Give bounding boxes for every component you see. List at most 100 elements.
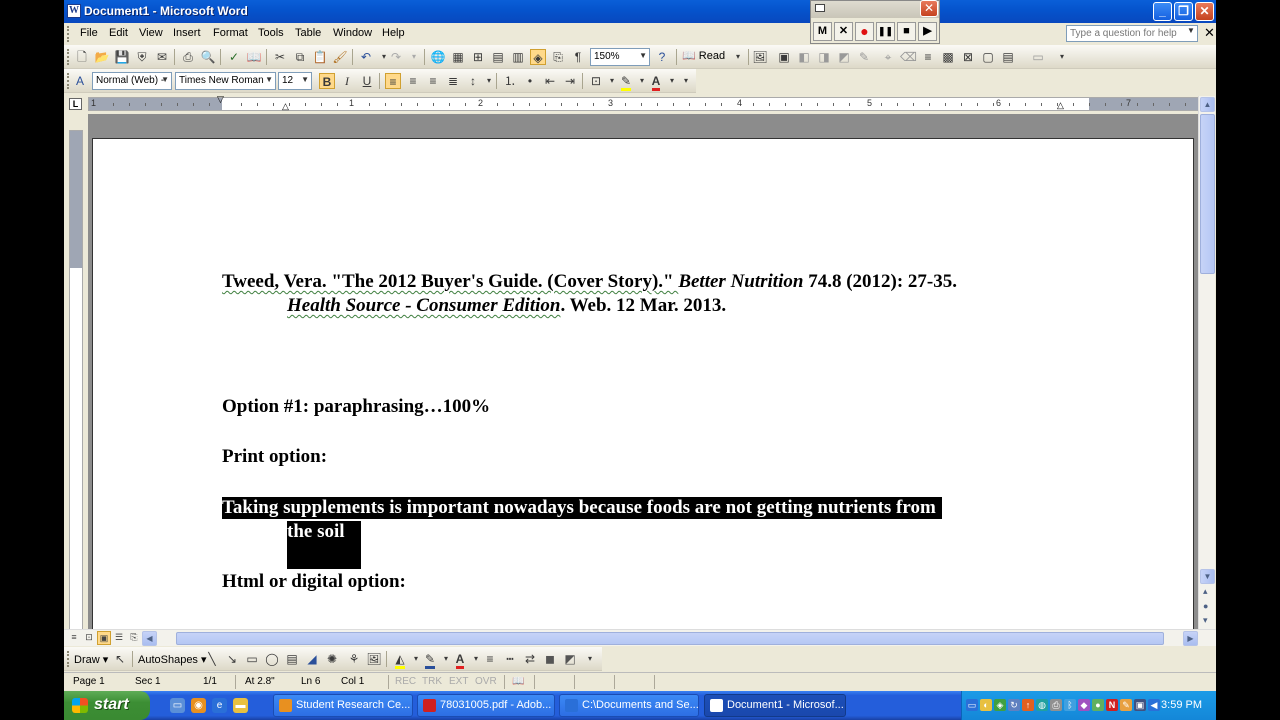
line-color-icon[interactable]: ✎ <box>422 651 438 669</box>
email-icon[interactable]: ✉ <box>154 49 170 65</box>
arrow-icon[interactable]: ↘ <box>224 651 240 667</box>
eraser-icon[interactable]: ⌫ <box>900 49 917 65</box>
hyperlink-icon[interactable]: 🌐 <box>430 49 446 65</box>
print-option-heading[interactable]: Print option: <box>222 446 327 468</box>
frame-shape-icon[interactable]: ▭ <box>1030 49 1046 65</box>
task-word-document[interactable]: Document1 - Microsof... <box>704 694 846 717</box>
horizontal-scroll-thumb[interactable] <box>176 632 1164 645</box>
html-option-heading[interactable]: Html or digital option: <box>222 571 406 593</box>
status-line[interactable]: Ln 6 <box>301 676 320 687</box>
menubar-grip[interactable] <box>67 26 70 42</box>
tray-app-icon[interactable]: ● <box>1092 699 1104 711</box>
style-select[interactable]: Normal (Web) - ▼ <box>92 72 172 90</box>
tab-selector[interactable]: L <box>69 98 82 110</box>
toolbar-options-icon[interactable]: ▾ <box>730 49 746 65</box>
display-icon[interactable]: ▣ <box>1134 699 1146 711</box>
sync-icon[interactable]: ↻ <box>1008 699 1020 711</box>
status-at[interactable]: At 2.8" <box>245 676 275 687</box>
scroll-right-button[interactable]: ▶ <box>1183 631 1198 646</box>
outline-view-icon[interactable]: ☰ <box>112 631 126 645</box>
table-draw-icon[interactable]: ⌖ <box>880 49 896 65</box>
citation-line-2[interactable]: Health Source - Consumer Edition. Web. 1… <box>287 295 726 317</box>
status-section[interactable]: Sec 1 <box>135 676 161 687</box>
scroll-down-button[interactable]: ▼ <box>1200 569 1215 584</box>
menu-insert[interactable]: Insert <box>173 27 201 39</box>
frame-4-icon[interactable]: ✎ <box>856 49 872 65</box>
new-document-icon[interactable]: 🗋 <box>74 49 90 65</box>
speaker-icon[interactable]: ◐ <box>980 699 992 711</box>
chat-icon[interactable]: ◍ <box>1036 699 1048 711</box>
frame-properties-icon[interactable]: ▢ <box>980 49 996 65</box>
select-browse-object-icon[interactable]: ● <box>1203 601 1208 611</box>
toolbar-grip[interactable] <box>67 49 70 65</box>
selected-text-line-1[interactable]: Taking supplements is important nowadays… <box>222 497 942 519</box>
3d-style-icon[interactable]: ◩ <box>562 651 578 667</box>
open-folder-icon[interactable]: 📂 <box>94 49 110 65</box>
italic-button[interactable]: I <box>339 73 355 89</box>
print-layout-icon[interactable]: ▣ <box>97 631 111 645</box>
bluetooth-icon[interactable]: ᛒ <box>1064 699 1076 711</box>
toolbar-options-icon[interactable]: ▾ <box>678 73 694 89</box>
shadow-style-icon[interactable]: ◼ <box>542 651 558 667</box>
select-objects-icon[interactable]: ↖ <box>112 651 128 667</box>
title-bar[interactable]: W Document1 - Microsoft Word _ ❐ ✕ <box>64 0 1216 23</box>
oval-icon[interactable]: ◯ <box>264 651 280 667</box>
menu-edit[interactable]: Edit <box>109 27 128 39</box>
security-icon[interactable]: ◈ <box>994 699 1006 711</box>
insert-table-icon[interactable]: ⊞ <box>470 49 486 65</box>
first-line-indent-marker[interactable]: ▽ <box>217 94 224 105</box>
reading-layout-icon[interactable]: ⎘ <box>127 631 141 645</box>
bullets-icon[interactable]: • <box>522 73 538 89</box>
zoom-select[interactable]: 150% ▼ <box>590 48 650 66</box>
hanging-indent-marker[interactable]: △ <box>282 101 289 112</box>
status-trk[interactable]: TRK <box>422 676 442 687</box>
next-page-icon[interactable]: ▾ <box>1203 615 1208 626</box>
norton-icon[interactable]: N <box>1106 699 1118 711</box>
print-icon[interactable]: ⎙ <box>180 49 196 65</box>
copy-icon[interactable]: ⧉ <box>292 49 308 65</box>
previous-page-icon[interactable]: ▴ <box>1203 586 1208 597</box>
decrease-indent-icon[interactable]: ⇤ <box>542 73 558 89</box>
line-spacing-dropdown-icon[interactable]: ▾ <box>481 73 497 89</box>
frame-2-icon[interactable]: ◨ <box>816 49 832 65</box>
highlight-icon[interactable]: ✎ <box>618 73 634 91</box>
tables-borders-icon[interactable]: ▦ <box>450 49 466 65</box>
numbering-icon[interactable]: ⒈ <box>502 73 518 89</box>
antivirus-icon[interactable]: ◆ <box>1078 699 1090 711</box>
styles-formatting-icon[interactable]: A <box>72 73 88 89</box>
bold-button[interactable]: B <box>319 73 335 89</box>
calendar-icon[interactable]: ▤ <box>1000 49 1016 65</box>
font-size-select[interactable]: 12 ▼ <box>278 72 312 90</box>
option-1-heading[interactable]: Option #1: paraphrasing…100% <box>222 396 490 418</box>
font-select[interactable]: Times New Roman ▼ <box>175 72 276 90</box>
columns-icon[interactable]: ▥ <box>510 49 526 65</box>
word-app-icon[interactable]: W <box>67 4 81 18</box>
document-map-icon[interactable]: ⎘ <box>550 49 566 65</box>
vertical-ruler[interactable] <box>69 130 83 630</box>
align-right-icon[interactable]: ≡ <box>425 73 441 89</box>
restore-button[interactable]: ❐ <box>1174 2 1193 21</box>
menu-format[interactable]: Format <box>213 27 248 39</box>
vertical-scrollbar[interactable]: ▲ ▼ ▴ ● ▾ <box>1198 96 1215 629</box>
document-area[interactable]: Tweed, Vera. "The 2012 Buyer's Guide. (C… <box>88 114 1198 629</box>
status-ext[interactable]: EXT <box>449 676 468 687</box>
redo-dropdown-icon[interactable]: ▾ <box>406 49 422 65</box>
increase-indent-icon[interactable]: ⇥ <box>562 73 578 89</box>
insert-excel-icon[interactable]: ▤ <box>490 49 506 65</box>
underline-button[interactable]: U <box>359 73 375 89</box>
document-page[interactable]: Tweed, Vera. "The 2012 Buyer's Guide. (C… <box>92 138 1194 629</box>
scroll-up-button[interactable]: ▲ <box>1200 97 1215 112</box>
forms-icon[interactable]: ▣ <box>776 49 792 65</box>
toolbar-grip[interactable] <box>67 651 70 667</box>
status-column[interactable]: Col 1 <box>341 676 364 687</box>
right-indent-marker[interactable]: △ <box>1057 100 1064 111</box>
text-box-icon[interactable]: ▤ <box>284 651 300 667</box>
task-explorer[interactable]: C:\Documents and Se... <box>559 694 699 717</box>
frame-3-icon[interactable]: ◩ <box>836 49 852 65</box>
diagram-icon[interactable]: ✺ <box>324 651 340 667</box>
spelling-icon[interactable]: ✓ <box>226 49 242 65</box>
menu-table[interactable]: Table <box>295 27 321 39</box>
recorder-title-bar[interactable]: ✕ <box>811 0 939 18</box>
web-layout-icon[interactable]: ⊡ <box>82 631 96 645</box>
normal-view-icon[interactable]: ≡ <box>67 631 81 645</box>
